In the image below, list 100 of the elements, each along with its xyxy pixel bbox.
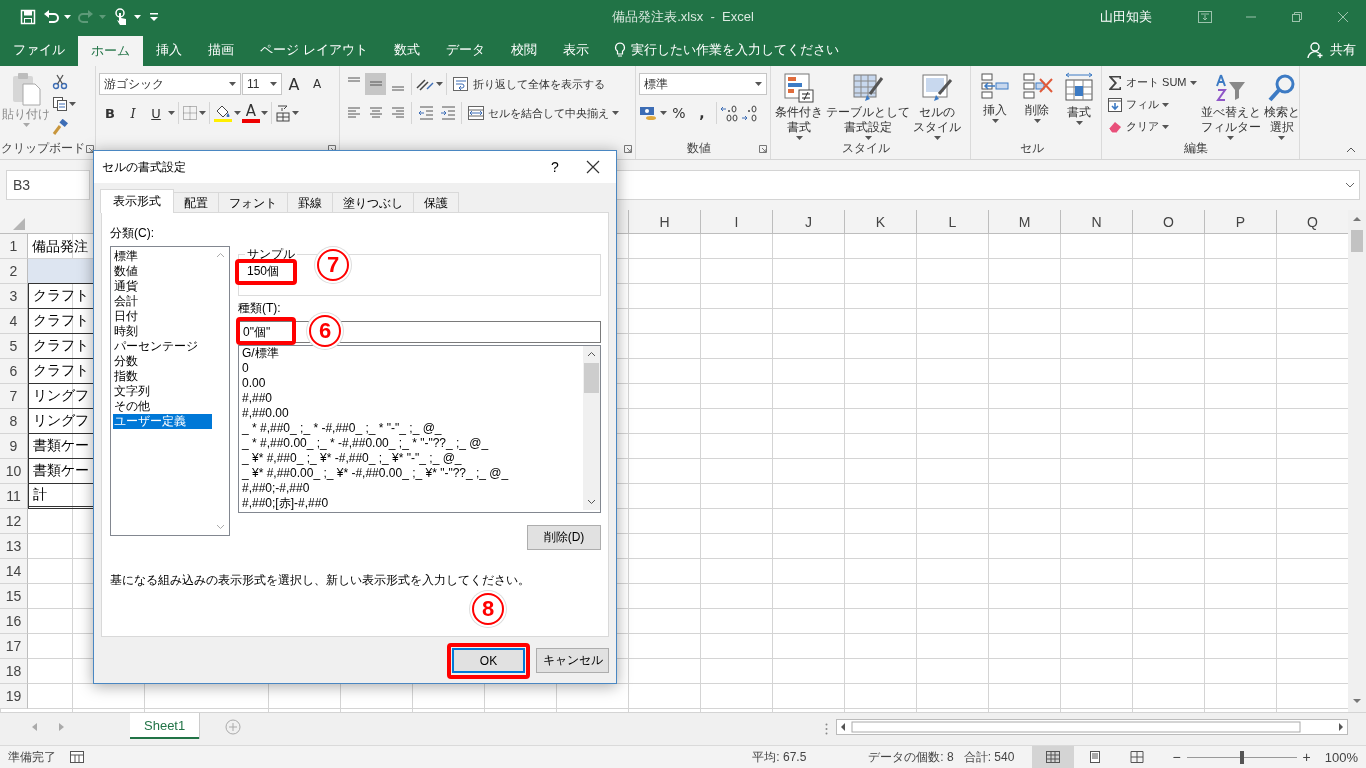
- insert-button[interactable]: 挿入: [978, 72, 1012, 137]
- column-header[interactable]: M: [988, 210, 1060, 233]
- category-item[interactable]: 日付: [113, 309, 212, 324]
- caret-icon[interactable]: [168, 111, 175, 115]
- ribbon-tab[interactable]: データ: [432, 33, 498, 66]
- caret-icon[interactable]: [1075, 121, 1083, 125]
- sort-filter-icon[interactable]: [1214, 72, 1247, 104]
- dialog-launcher-icon[interactable]: [624, 145, 632, 153]
- row-header[interactable]: 11: [0, 484, 28, 509]
- caret-icon[interactable]: [795, 136, 803, 140]
- caret-icon[interactable]: [1033, 119, 1041, 123]
- row-header[interactable]: 19: [0, 684, 28, 709]
- phonetic-guide-icon[interactable]: [275, 104, 291, 122]
- format-item[interactable]: G/標準: [242, 346, 583, 361]
- grow-font-button[interactable]: A: [283, 73, 305, 95]
- category-item[interactable]: 指数: [113, 369, 212, 384]
- category-item[interactable]: 会計: [113, 294, 212, 309]
- ribbon-tab[interactable]: 校閲: [497, 33, 550, 66]
- sigma-icon[interactable]: [1107, 74, 1123, 91]
- caret-icon[interactable]: [134, 14, 141, 19]
- fill-down-icon[interactable]: [1107, 96, 1123, 113]
- comma-button[interactable]: ,: [691, 102, 713, 124]
- row-header[interactable]: 6: [0, 359, 28, 384]
- cell-style-icon[interactable]: [921, 72, 953, 104]
- view-button[interactable]: [1032, 746, 1075, 768]
- format-item[interactable]: _ ¥* #,##0.00_ ;_ ¥* -#,##0.00_ ;_ ¥* "-"??_ ;_ @_: [242, 466, 583, 481]
- caret-icon[interactable]: [612, 111, 619, 115]
- row-header[interactable]: 1: [0, 234, 28, 259]
- caret-icon[interactable]: [64, 14, 71, 19]
- wrap-text-icon[interactable]: [452, 76, 470, 92]
- row-header[interactable]: 15: [0, 584, 28, 609]
- row-header[interactable]: 12: [0, 509, 28, 534]
- font-size-dropdown[interactable]: 11: [242, 73, 282, 95]
- category-list[interactable]: 標準 数値 通貨 会計 日付 時刻 パーセンテージ 分数 指数 文字列 その他 ユーザー定義: [110, 246, 230, 536]
- ribbon-tab[interactable]: ファイル: [0, 33, 78, 66]
- format-item[interactable]: #,##0.00: [242, 406, 583, 421]
- row-header[interactable]: 7: [0, 384, 28, 409]
- number-format-dropdown[interactable]: 標準: [639, 73, 767, 95]
- dialog-tab[interactable]: 表示形式: [100, 189, 174, 213]
- row-header[interactable]: 14: [0, 559, 28, 584]
- row-header[interactable]: 8: [0, 409, 28, 434]
- caret-icon[interactable]: [1227, 136, 1234, 140]
- caret-icon[interactable]: [1189, 80, 1197, 85]
- caret-icon[interactable]: [755, 82, 762, 86]
- lightbulb-icon[interactable]: [613, 41, 626, 58]
- format-item[interactable]: _ ¥* #,##0_ ;_ ¥* -#,##0_ ;_ ¥* "-"_ ;_ @_: [242, 451, 583, 466]
- fill-color-icon[interactable]: [213, 104, 233, 122]
- copy-icon[interactable]: [52, 96, 68, 113]
- category-item[interactable]: ユーザー定義: [113, 414, 212, 429]
- eraser-icon[interactable]: [1107, 119, 1123, 134]
- format-as-table-button[interactable]: テーブルとして 書式設定: [825, 72, 911, 137]
- more-icon[interactable]: [825, 723, 828, 735]
- underline-button[interactable]: U: [145, 102, 167, 124]
- column-header[interactable]: O: [1132, 210, 1204, 233]
- column-header[interactable]: H: [628, 210, 700, 233]
- zoom-out-button[interactable]: −: [1166, 749, 1187, 765]
- font-name-dropdown[interactable]: 游ゴシック: [99, 73, 241, 95]
- caret-icon[interactable]: [1162, 124, 1169, 129]
- format-item[interactable]: 0.00: [242, 376, 583, 391]
- undo-icon[interactable]: [43, 8, 59, 25]
- conditional-formatting-icon[interactable]: [783, 72, 815, 104]
- column-header[interactable]: J: [772, 210, 844, 233]
- category-item[interactable]: パーセンテージ: [113, 339, 212, 354]
- caret-icon[interactable]: [1162, 102, 1169, 107]
- column-header[interactable]: N: [1060, 210, 1132, 233]
- format-item[interactable]: 0: [242, 361, 583, 376]
- row-header[interactable]: 3: [0, 284, 28, 309]
- row-header[interactable]: 17: [0, 634, 28, 659]
- merge-center-button[interactable]: セルを結合して中央揃え: [465, 102, 621, 124]
- find-select-button[interactable]: 検索と 選択: [1262, 72, 1301, 137]
- category-item[interactable]: 文字列: [113, 384, 212, 399]
- autosum-button[interactable]: オート SUM: [1105, 72, 1199, 93]
- delete-button[interactable]: 削除: [1020, 72, 1054, 137]
- caret-icon[interactable]: [69, 102, 76, 107]
- wrap-text-button[interactable]: 折り返して全体を表示する: [450, 73, 607, 95]
- dialog-launcher-icon[interactable]: [86, 145, 94, 153]
- format-item[interactable]: _ * #,##0.00_ ;_ * -#,##0.00_ ;_ * "-"??_ ;_ @_: [242, 436, 583, 451]
- zoom-level[interactable]: 100%: [1316, 749, 1366, 765]
- sort-filter-button[interactable]: 並べ替えと フィルター: [1199, 72, 1262, 137]
- dialog-tab[interactable]: 保護: [413, 192, 459, 213]
- row-header[interactable]: 10: [0, 459, 28, 484]
- row-header[interactable]: 5: [0, 334, 28, 359]
- ok-button[interactable]: OK: [452, 648, 525, 673]
- zoom-in-button[interactable]: +: [1296, 749, 1317, 765]
- ribbon-tab[interactable]: 描画: [195, 33, 247, 66]
- dialog-launcher-icon[interactable]: [759, 145, 767, 153]
- table-brush-icon[interactable]: [852, 72, 884, 104]
- format-item[interactable]: _ * #,##0_ ;_ * -#,##0_ ;_ * "-"_ ;_ @_: [242, 421, 583, 436]
- hand-icon[interactable]: [113, 7, 129, 26]
- cancel-button[interactable]: キャンセル: [536, 648, 609, 673]
- format-cells-icon[interactable]: [1063, 72, 1095, 104]
- tell-me-field[interactable]: 実行したい作業を入力してください: [630, 40, 839, 59]
- format-item[interactable]: #,##0;[赤]-#,##0: [242, 496, 583, 511]
- delete-format-button[interactable]: 削除(D): [527, 525, 601, 550]
- ribbon-display-icon[interactable]: [1198, 10, 1212, 23]
- row-header[interactable]: 4: [0, 309, 28, 334]
- row-header[interactable]: 2: [0, 259, 28, 284]
- ribbon-tab[interactable]: 挿入: [143, 33, 195, 66]
- share-button[interactable]: 共有: [1330, 40, 1356, 59]
- caret-icon[interactable]: [229, 82, 236, 86]
